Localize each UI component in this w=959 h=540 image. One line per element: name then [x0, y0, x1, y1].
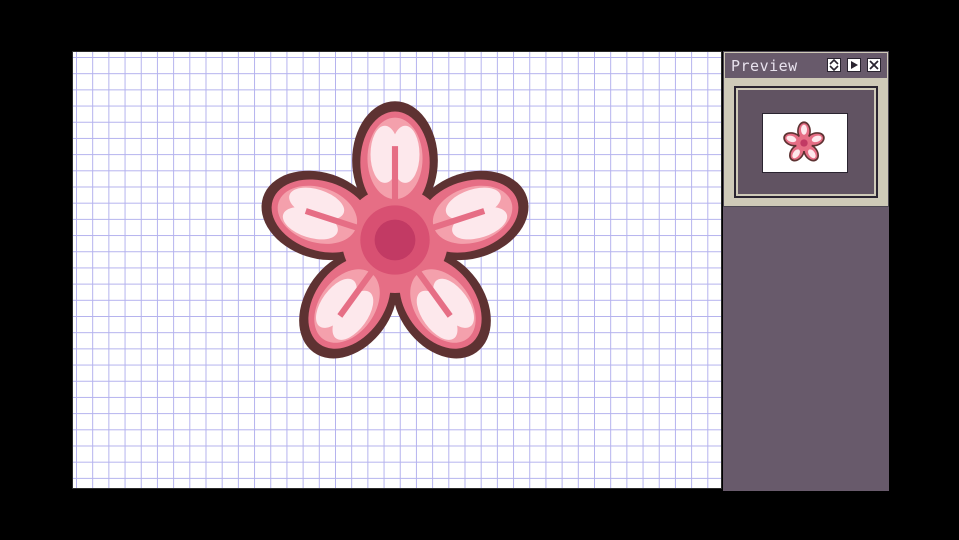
play-icon[interactable] [847, 58, 861, 72]
right-dock: Preview [723, 51, 889, 491]
preview-title: Preview [731, 57, 798, 75]
drawing-canvas[interactable] [72, 51, 722, 489]
cherry-blossom-pixel-art [261, 101, 529, 359]
preview-panel: Preview [723, 51, 889, 207]
preview-frame [734, 86, 878, 198]
preview-titlebar[interactable]: Preview [725, 53, 887, 78]
close-icon[interactable] [867, 58, 881, 72]
preview-flower-image [783, 121, 825, 162]
flower-center [374, 219, 416, 261]
preview-thumbnail[interactable] [762, 113, 848, 173]
zoom-fit-icon[interactable] [827, 58, 841, 72]
